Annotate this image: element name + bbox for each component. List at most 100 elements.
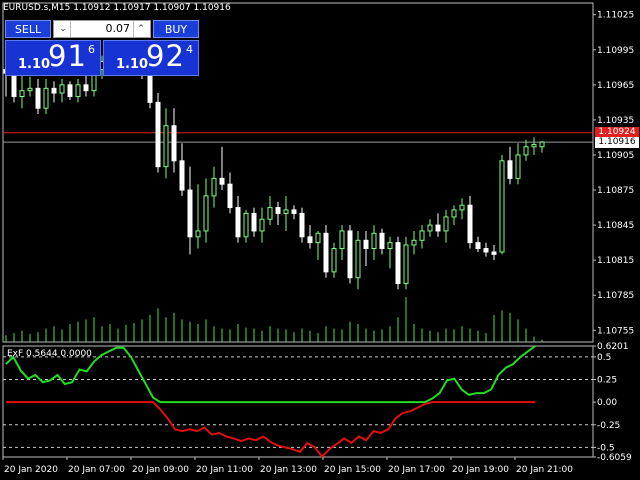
ask-prefix: 1.10 xyxy=(116,57,149,72)
chart-header: EURUSD.s,M15 1.10912 1.10917 1.10907 1.1… xyxy=(3,3,231,13)
candle-body xyxy=(427,224,433,232)
candle-body xyxy=(523,146,529,156)
time-axis-label: 20 Jan 11:00 xyxy=(196,465,253,475)
symbol-timeframe: EURUSD.s,M15 xyxy=(3,3,71,13)
indicator-axis-label: -0.25 xyxy=(597,421,620,431)
candle-body xyxy=(283,209,289,214)
bid-price-box[interactable]: 1.10 91 6 xyxy=(5,39,101,76)
candle-body xyxy=(163,125,169,168)
candle-body xyxy=(499,160,505,253)
buy-button[interactable]: BUY xyxy=(153,20,199,38)
time-axis-label: 20 Jan 09:00 xyxy=(132,465,189,475)
candle-body xyxy=(403,244,409,285)
candle-body xyxy=(51,87,57,94)
candle-body xyxy=(243,212,249,238)
indicator-series-line xyxy=(6,401,536,458)
time-axis-label: 20 Jan 21:00 xyxy=(516,465,573,475)
candle-body xyxy=(275,207,281,214)
candle-body xyxy=(339,230,345,249)
candle-body xyxy=(411,239,417,246)
sell-button[interactable]: SELL xyxy=(5,20,51,38)
candle-body xyxy=(539,141,545,148)
candle-body xyxy=(171,125,177,162)
candle-body xyxy=(483,247,489,253)
price-axis-label: 1.10785 xyxy=(597,291,634,301)
ask-pip-digit: 4 xyxy=(186,43,193,56)
lot-value[interactable]: 0.07 xyxy=(106,21,131,37)
candle-body xyxy=(299,212,305,238)
candle-body xyxy=(259,218,265,232)
indicator-axis-label: -0.5 xyxy=(597,443,615,453)
candle-body xyxy=(211,177,217,197)
candle-body xyxy=(347,230,353,279)
price-axis-label: 1.10905 xyxy=(597,151,634,161)
candle-body xyxy=(315,232,321,244)
price-axis-label: 1.10845 xyxy=(597,221,634,231)
candle-body xyxy=(467,204,473,244)
candle-body xyxy=(203,195,209,232)
candle-body xyxy=(379,232,385,249)
time-axis-label: 20 Jan 2020 xyxy=(4,465,58,475)
candle-body xyxy=(395,242,401,285)
indicator-title: ExF 0.5644 0.0000 xyxy=(7,349,92,359)
candle-body xyxy=(19,90,25,98)
one-click-trading-panel: SELL ⌄ 0.07 ⌃ BUY 1.10 91 6 1.10 92 4 xyxy=(5,20,199,76)
time-axis-label: 20 Jan 17:00 xyxy=(388,465,445,475)
indicator-axis-label: 0.00 xyxy=(597,398,617,408)
indicator-axis-label: 0.6201 xyxy=(597,342,629,352)
candle-body xyxy=(531,143,537,148)
lot-size-input[interactable]: ⌄ 0.07 ⌃ xyxy=(53,20,151,38)
candle-body xyxy=(291,209,297,214)
candle-body xyxy=(363,239,369,249)
candle-body xyxy=(179,160,185,191)
candle-body xyxy=(515,154,521,179)
time-axis-label: 20 Jan 19:00 xyxy=(452,465,509,475)
price-axis-label: 1.10935 xyxy=(597,116,634,126)
candle-body xyxy=(27,87,33,92)
candle-body xyxy=(451,209,457,218)
candle-body xyxy=(507,160,513,179)
candle-body xyxy=(387,242,393,249)
candle-body xyxy=(459,204,465,211)
ask-price-box[interactable]: 1.10 92 4 xyxy=(103,39,199,76)
candle-body xyxy=(307,236,313,244)
indicator-axis-label: 0.25 xyxy=(597,376,617,386)
time-axis-label: 20 Jan 07:00 xyxy=(68,465,125,475)
candle-body xyxy=(419,230,425,241)
ask-price-tag: 1.10924 xyxy=(595,126,639,138)
candle-body xyxy=(35,87,41,109)
time-axis-label: 20 Jan 13:00 xyxy=(260,465,317,475)
price-axis-label: 1.10965 xyxy=(597,81,634,91)
bid-pip-digit: 6 xyxy=(88,43,95,56)
candle-body xyxy=(267,207,273,220)
ohlc-values: 1.10912 1.10917 1.10907 1.10916 xyxy=(73,3,231,13)
candle-body xyxy=(195,230,201,238)
time-axis-label: 20 Jan 15:00 xyxy=(324,465,381,475)
candle-body xyxy=(83,84,89,92)
candle-body xyxy=(11,72,17,98)
candle-body xyxy=(187,189,193,238)
ask-big-digits: 92 xyxy=(146,39,185,73)
bid-prefix: 1.10 xyxy=(18,57,51,72)
candle-body xyxy=(491,251,497,255)
candle-body xyxy=(443,216,449,232)
candle-body xyxy=(475,242,481,249)
candle-body xyxy=(331,247,337,273)
bid-price-tag: 1.10916 xyxy=(595,137,639,149)
candle-body xyxy=(75,84,81,98)
chevron-down-icon[interactable]: ⌄ xyxy=(56,21,71,37)
candle-body xyxy=(323,232,329,273)
increment-icon[interactable]: ⌃ xyxy=(133,21,148,37)
price-axis-label: 1.10815 xyxy=(597,256,634,266)
price-axis-label: 1.10755 xyxy=(597,326,634,336)
bid-big-digits: 91 xyxy=(48,39,87,73)
indicator-axis-label: -0.6059 xyxy=(597,453,632,463)
candle-body xyxy=(67,84,73,98)
candle-body xyxy=(355,239,361,279)
candle-body xyxy=(59,84,65,94)
candle-body xyxy=(219,177,225,185)
candle-body xyxy=(43,87,49,109)
candle-body xyxy=(235,207,241,238)
price-axis-label: 1.10875 xyxy=(597,186,634,196)
candle-body xyxy=(155,101,161,168)
